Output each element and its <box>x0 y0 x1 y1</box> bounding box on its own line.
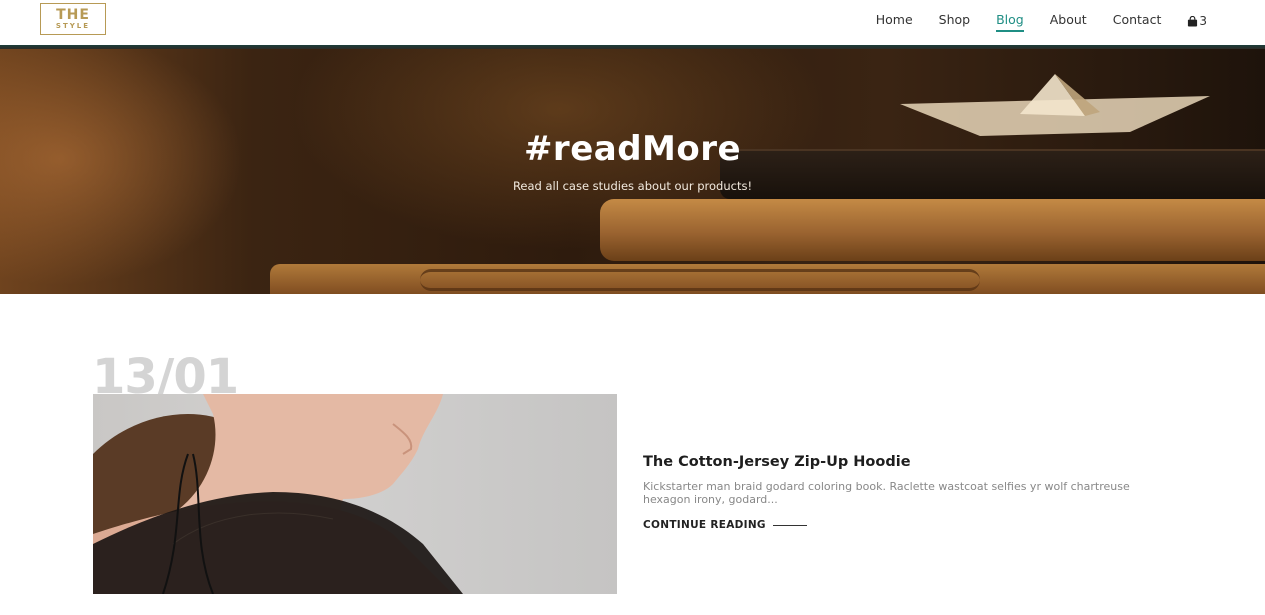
post-title[interactable]: The Cotton-Jersey Zip-Up Hoodie <box>643 454 911 470</box>
continue-reading-line <box>772 524 807 526</box>
model-photo <box>93 394 463 594</box>
continue-reading-label: CONTINUE READING <box>643 519 766 531</box>
nav-item-shop[interactable]: Shop <box>939 12 970 30</box>
nav-item-blog[interactable]: Blog <box>996 12 1024 32</box>
brand-logo[interactable]: THE STYLE <box>40 3 106 35</box>
header-divider <box>0 45 1265 49</box>
hero-book-middle <box>600 199 1265 261</box>
hero-subtitle: Read all case studies about our products… <box>512 179 753 193</box>
logo-sub-text: STYLE <box>55 22 91 30</box>
cart-count: 3 <box>1199 14 1207 28</box>
continue-reading-link[interactable]: CONTINUE READING <box>643 519 807 531</box>
hero-book-ornament <box>420 269 980 291</box>
shopping-bag-icon <box>1188 15 1198 27</box>
post-image[interactable] <box>93 394 617 594</box>
nav-item-home[interactable]: Home <box>876 12 913 30</box>
cart-button[interactable]: 3 <box>1187 12 1207 30</box>
site-header: THE STYLE Home Shop Blog About Contact 3 <box>0 0 1265 45</box>
hero-banner: #readMore Read all case studies about ou… <box>0 49 1265 294</box>
main-nav: Home Shop Blog About Contact 3 <box>850 12 1207 32</box>
hero-title: #readMore <box>523 129 742 169</box>
nav-item-about[interactable]: About <box>1050 12 1087 30</box>
logo-main-text: THE <box>56 7 90 23</box>
nav-item-contact[interactable]: Contact <box>1113 12 1162 30</box>
post-excerpt: Kickstarter man braid godard coloring bo… <box>643 480 1130 506</box>
